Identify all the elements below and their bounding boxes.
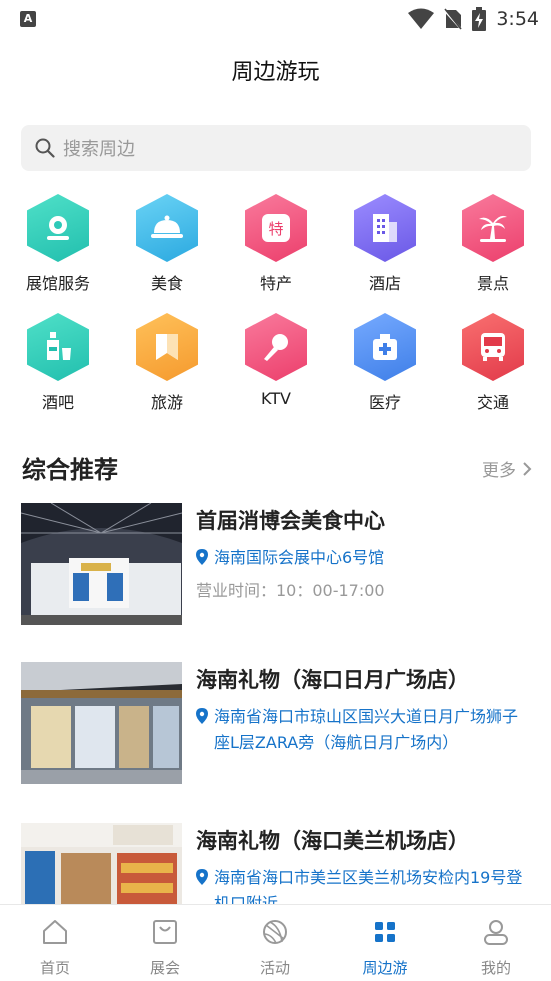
medical-kit-icon — [354, 313, 416, 381]
section-title: 综合推荐 — [22, 456, 118, 484]
listing-address: 海南省海口市琼山区国兴大道日月广场狮子座L层ZARA旁（海航日月广场内） — [196, 704, 531, 756]
listing-info: 海南礼物（海口日月广场店） 海南省海口市琼山区国兴大道日月广场狮子座L层ZARA… — [196, 664, 531, 756]
listing-card[interactable]: 首届消博会美食中心 海南国际会展中心6号馆 营业时间：10：00-17:00 — [21, 503, 531, 627]
location-pin-icon — [196, 869, 208, 885]
more-link[interactable]: 更多 — [482, 456, 532, 481]
status-icons: 3:54 — [408, 6, 539, 32]
category-label: 交通 — [476, 393, 509, 412]
recommend-section-header: 综合推荐 更多 — [22, 450, 532, 486]
tab-label: 展会 — [149, 959, 180, 977]
category-transport[interactable]: 交通 — [438, 313, 548, 413]
category-label: 特产 — [259, 274, 292, 293]
category-food[interactable]: 美食 — [112, 194, 222, 294]
listing-hours: 营业时间：10：00-17:00 — [196, 581, 385, 600]
listing-image — [21, 662, 182, 784]
clock: 3:54 — [496, 8, 539, 30]
listing-image — [21, 503, 182, 625]
hotel-icon — [354, 194, 416, 262]
tab-nearby[interactable]: 周边游 — [330, 905, 440, 981]
bus-icon — [462, 313, 524, 381]
shopping-bag-icon — [153, 920, 177, 944]
chevron-right-icon — [523, 461, 532, 476]
status-bar: A 3:54 — [0, 0, 551, 40]
search-icon — [35, 138, 55, 158]
battery-charging-icon — [472, 7, 487, 31]
category-label: KTV — [261, 389, 291, 408]
location-pin-icon — [196, 708, 208, 724]
microphone-icon — [245, 313, 307, 381]
tab-activities[interactable]: 活动 — [220, 905, 330, 981]
tab-label: 首页 — [39, 959, 70, 977]
category-label: 展馆服务 — [25, 274, 90, 293]
category-hotel[interactable]: 酒店 — [330, 194, 440, 294]
listing-address-text: 海南国际会展中心6号馆 — [214, 548, 385, 567]
grid-icon — [375, 922, 395, 942]
travel-bookmark-icon — [136, 313, 198, 381]
app-notification-icon: A — [20, 11, 36, 27]
category-label: 酒吧 — [41, 393, 74, 412]
palm-tree-icon — [462, 194, 524, 262]
profile-icon — [484, 920, 508, 945]
category-ktv[interactable]: KTV — [221, 313, 331, 408]
search-input[interactable]: 搜索周边 — [21, 125, 531, 171]
food-cloche-icon — [136, 194, 198, 262]
category-medical[interactable]: 医疗 — [330, 313, 440, 413]
category-scenic-spots[interactable]: 景点 — [438, 194, 548, 294]
tab-exhibition[interactable]: 展会 — [110, 905, 220, 981]
category-label: 酒店 — [368, 274, 401, 293]
bottom-tab-bar: 首页 展会 活动 周边游 我的 — [0, 904, 551, 981]
tab-profile[interactable]: 我的 — [441, 905, 551, 981]
no-sim-icon — [444, 8, 463, 30]
home-icon — [43, 920, 67, 944]
location-pin-icon — [196, 549, 208, 565]
listing-name: 首届消博会美食中心 — [196, 509, 385, 533]
category-label: 旅游 — [150, 393, 183, 412]
search-placeholder: 搜索周边 — [63, 139, 135, 160]
tab-home[interactable]: 首页 — [0, 905, 110, 981]
category-specialty[interactable]: 特 特产 — [221, 194, 331, 294]
ball-icon — [263, 920, 287, 944]
tab-label: 活动 — [259, 959, 290, 977]
tab-label: 我的 — [480, 959, 511, 977]
more-label: 更多 — [482, 461, 516, 481]
listing-name: 海南礼物（海口美兰机场店） — [196, 829, 469, 853]
svg-text:特: 特 — [268, 220, 283, 238]
listing-info: 首届消博会美食中心 海南国际会展中心6号馆 营业时间：10：00-17:00 — [196, 505, 531, 601]
category-label: 医疗 — [368, 393, 401, 412]
category-travel[interactable]: 旅游 — [112, 313, 222, 413]
page-title: 周边游玩 — [231, 60, 320, 85]
listing-card[interactable]: 海南礼物（海口日月广场店） 海南省海口市琼山区国兴大道日月广场狮子座L层ZARA… — [21, 662, 531, 786]
category-bar[interactable]: 酒吧 — [3, 313, 113, 413]
listing-address-text: 海南省海口市琼山区国兴大道日月广场狮子座L层ZARA旁（海航日月广场内） — [214, 707, 519, 752]
category-label: 美食 — [150, 274, 183, 293]
bar-drinks-icon — [27, 313, 89, 381]
wifi-icon — [408, 8, 435, 29]
specialty-icon: 特 — [245, 194, 307, 262]
tab-label: 周边游 — [362, 959, 408, 977]
listing-name: 海南礼物（海口日月广场店） — [196, 668, 469, 692]
venue-icon — [27, 194, 89, 262]
listing-address: 海南国际会展中心6号馆 — [196, 545, 531, 571]
category-venue-services[interactable]: 展馆服务 — [3, 194, 113, 294]
category-label: 景点 — [476, 274, 509, 293]
